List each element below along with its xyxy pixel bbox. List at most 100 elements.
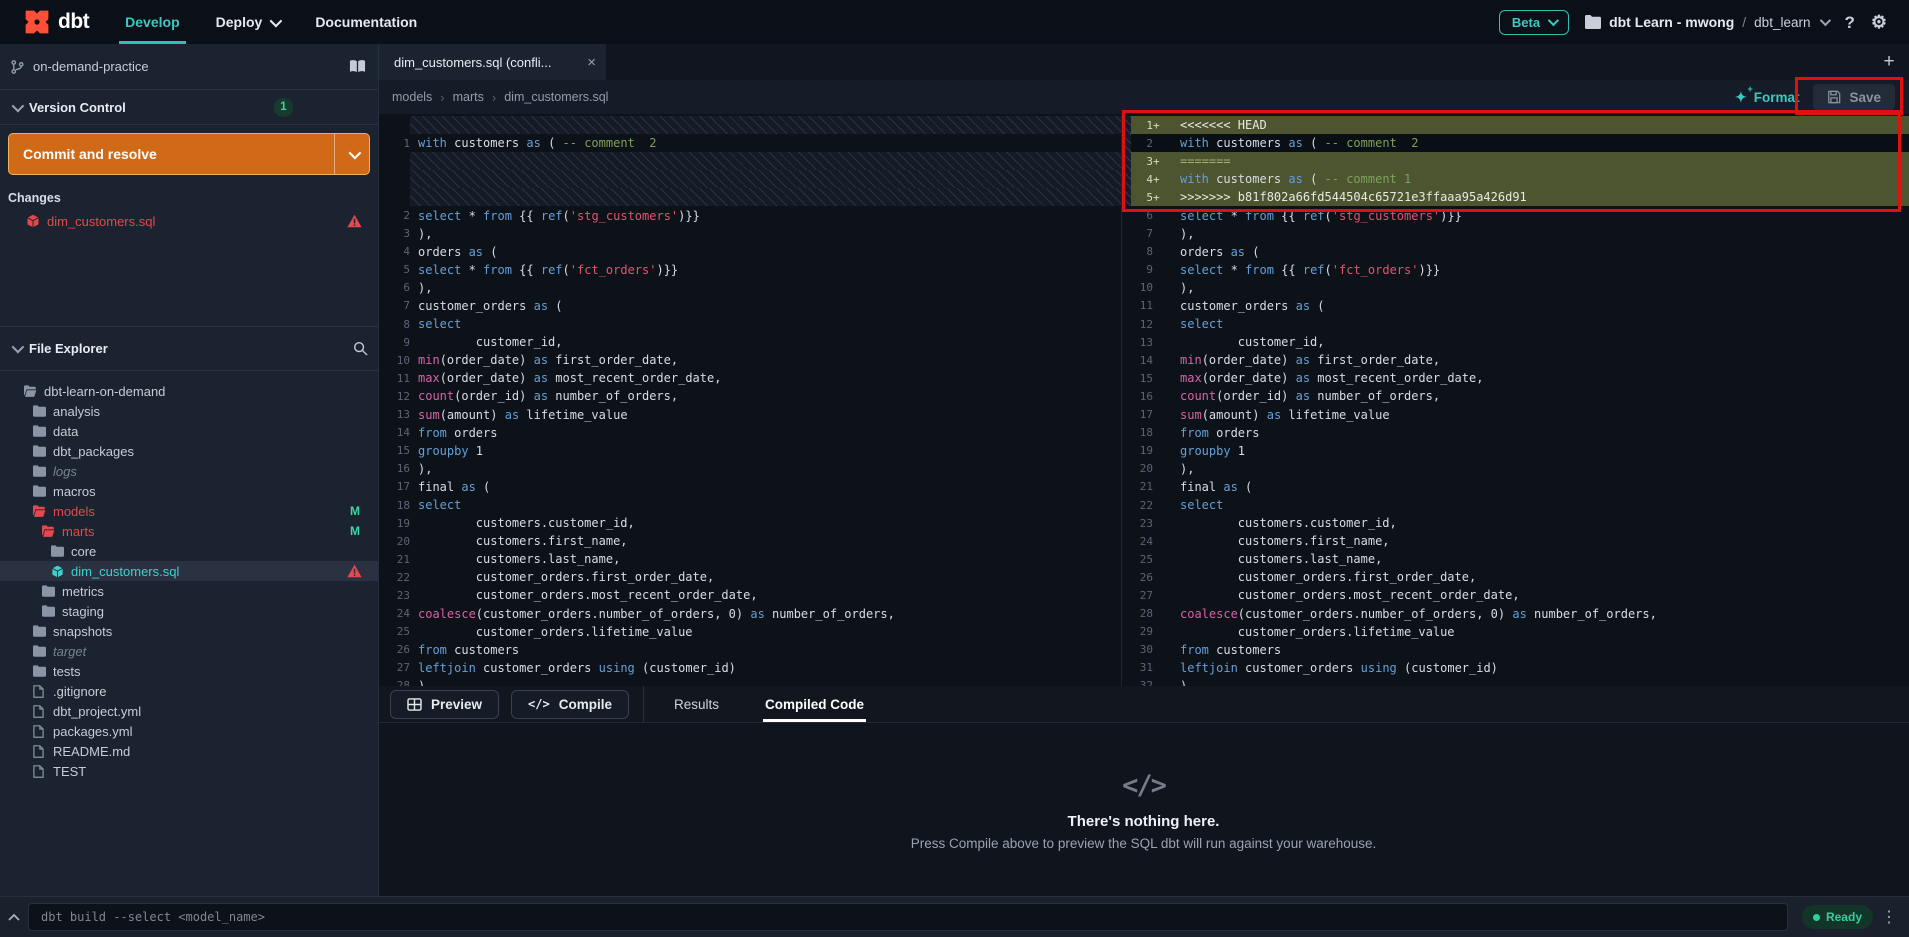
code-line[interactable]: 9 customer_id, — [378, 333, 1121, 351]
code-line[interactable]: 18 from orders — [1122, 424, 1909, 442]
code-line[interactable]: 1with customers as ( -- comment 2 — [378, 134, 1121, 152]
code-line[interactable]: 12 count(order_id) as number_of_orders, — [378, 387, 1121, 405]
file-explorer-header[interactable]: File Explorer — [0, 327, 378, 371]
code-line[interactable]: 23 customers.customer_id, — [1122, 514, 1909, 532]
code-line[interactable]: 9 select * from {{ ref('fct_orders')}} — [1122, 261, 1909, 279]
code-line[interactable]: 17final as ( — [378, 478, 1121, 496]
code-line[interactable]: 5+>>>>>>> b81f802a66fd544504c65721e3ffaa… — [1122, 188, 1909, 206]
changed-file-dim-customers[interactable]: dim_customers.sql — [0, 211, 378, 231]
code-line[interactable]: 20), — [1122, 460, 1909, 478]
editor-pane-current[interactable]: 1with customers as ( -- comment 22 selec… — [378, 114, 1122, 686]
code-line[interactable]: 28 coalesce(customer_orders.number_of_or… — [1122, 605, 1909, 623]
code-line[interactable]: 6 select * from {{ ref('stg_customers')}… — [1122, 206, 1909, 224]
tree-item-logs[interactable]: logs — [0, 461, 378, 481]
new-tab-button[interactable]: + — [1869, 44, 1909, 80]
code-line[interactable]: 10), — [1122, 279, 1909, 297]
code-line[interactable]: 16), — [378, 460, 1121, 478]
code-line[interactable]: 14 from orders — [378, 424, 1121, 442]
code-line[interactable]: 24 coalesce(customer_orders.number_of_or… — [378, 605, 1121, 623]
commit-and-resolve-button[interactable]: Commit and resolve — [8, 133, 370, 175]
code-line[interactable]: 14 min(order_date) as first_order_date, — [1122, 351, 1909, 369]
nav-documentation[interactable]: Documentation — [297, 0, 435, 44]
tab-dim-customers[interactable]: dim_customers.sql (confli... × — [378, 44, 606, 80]
code-line[interactable]: 12 select — [1122, 315, 1909, 333]
code-line[interactable]: 3), — [378, 225, 1121, 243]
code-line[interactable]: 11 max(order_date) as most_recent_order_… — [378, 369, 1121, 387]
code-line[interactable]: 7), — [1122, 225, 1909, 243]
code-line[interactable]: 17 sum(amount) as lifetime_value — [1122, 406, 1909, 424]
format-button[interactable]: ✦+ Format — [1735, 89, 1800, 106]
breadcrumb-file[interactable]: dim_customers.sql — [504, 90, 608, 104]
tree-item-data[interactable]: data — [0, 421, 378, 441]
code-line[interactable]: 22 select — [1122, 496, 1909, 514]
code-line[interactable]: 21final as ( — [1122, 478, 1909, 496]
code-line[interactable]: 5 select * from {{ ref('fct_orders')}} — [378, 261, 1121, 279]
code-line[interactable]: 30 from customers — [1122, 641, 1909, 659]
save-button[interactable]: Save — [1813, 84, 1895, 110]
dbt-logo[interactable]: dbt — [0, 9, 107, 35]
tree-item-macros[interactable]: macros — [0, 481, 378, 501]
breadcrumb-marts[interactable]: marts — [453, 90, 484, 104]
code-line[interactable]: 16 count(order_id) as number_of_orders, — [1122, 387, 1909, 405]
code-line[interactable]: 21 customers.last_name, — [378, 550, 1121, 568]
code-line[interactable]: 15 max(order_date) as most_recent_order_… — [1122, 369, 1909, 387]
tree-item-target[interactable]: target — [0, 641, 378, 661]
code-line[interactable]: 6), — [378, 279, 1121, 297]
tree-item-models[interactable]: modelsM — [0, 501, 378, 521]
commit-options-dropdown[interactable] — [334, 134, 369, 174]
code-line[interactable]: 22 customer_orders.first_order_date, — [378, 568, 1121, 586]
code-line[interactable]: 29 customer_orders.lifetime_value — [1122, 623, 1909, 641]
close-icon[interactable]: × — [587, 54, 596, 71]
code-line[interactable]: 20 customers.first_name, — [378, 532, 1121, 550]
editor-pane-incoming[interactable]: 1+<<<<<<< HEAD2with customers as ( -- co… — [1122, 114, 1909, 686]
version-control-header[interactable]: Version Control 1 — [0, 90, 378, 125]
tree-item-metrics[interactable]: metrics — [0, 581, 378, 601]
code-line[interactable]: 4orders as ( — [378, 243, 1121, 261]
code-line[interactable]: 7customer_orders as ( — [378, 297, 1121, 315]
compile-button[interactable]: </> Compile — [511, 690, 629, 719]
tree-item-dbt-packages[interactable]: dbt_packages — [0, 441, 378, 461]
code-line[interactable]: 27 customer_orders.most_recent_order_dat… — [1122, 586, 1909, 604]
code-line[interactable]: 2with customers as ( -- comment 2 — [1122, 134, 1909, 152]
command-input[interactable]: dbt build --select <model_name> — [28, 903, 1788, 931]
code-line[interactable]: 28) — [378, 677, 1121, 686]
tab-results[interactable]: Results — [658, 686, 735, 722]
code-line[interactable]: 25 customer_orders.lifetime_value — [378, 623, 1121, 641]
tree-item-test[interactable]: TEST — [0, 761, 378, 781]
tree-item-snapshots[interactable]: snapshots — [0, 621, 378, 641]
help-icon[interactable]: ? — [1844, 14, 1854, 31]
code-line[interactable]: 4+with customers as ( -- comment 1 — [1122, 170, 1909, 188]
code-line[interactable]: 13 customer_id, — [1122, 333, 1909, 351]
code-line[interactable]: 13 sum(amount) as lifetime_value — [378, 406, 1121, 424]
account-project-selector[interactable]: dbt Learn - mwong / dbt_learn — [1585, 14, 1828, 30]
tab-compiled-code[interactable]: Compiled Code — [749, 686, 880, 722]
beta-dropdown[interactable]: Beta — [1499, 10, 1569, 35]
tree-item--gitignore[interactable]: .gitignore — [0, 681, 378, 701]
gear-icon[interactable]: ⚙ — [1871, 13, 1887, 31]
nav-develop[interactable]: Develop — [107, 0, 197, 44]
code-line[interactable]: 19 group by 1 — [1122, 442, 1909, 460]
tree-item-readme-md[interactable]: README.md — [0, 741, 378, 761]
tree-item-dbt-learn-on-demand[interactable]: dbt-learn-on-demand — [0, 381, 378, 401]
docs-book-icon[interactable] — [349, 59, 366, 74]
code-line[interactable]: 27 left join customer_orders using (cust… — [378, 659, 1121, 677]
tree-item-core[interactable]: core — [0, 541, 378, 561]
tree-item-staging[interactable]: staging — [0, 601, 378, 621]
code-line[interactable]: 8orders as ( — [1122, 243, 1909, 261]
code-line[interactable]: 15 group by 1 — [378, 442, 1121, 460]
code-line[interactable]: 26 from customers — [378, 641, 1121, 659]
code-line[interactable]: 26 customer_orders.first_order_date, — [1122, 568, 1909, 586]
code-line[interactable]: 19 customers.customer_id, — [378, 514, 1121, 532]
code-line[interactable]: 1+<<<<<<< HEAD — [1122, 116, 1909, 134]
tree-item-tests[interactable]: tests — [0, 661, 378, 681]
code-line[interactable]: 11customer_orders as ( — [1122, 297, 1909, 315]
breadcrumb-models[interactable]: models — [392, 90, 432, 104]
tree-item-packages-yml[interactable]: packages.yml — [0, 721, 378, 741]
branch-row[interactable]: on-demand-practice — [0, 44, 378, 90]
tree-item-analysis[interactable]: analysis — [0, 401, 378, 421]
code-line[interactable]: 18 select — [378, 496, 1121, 514]
preview-button[interactable]: Preview — [390, 690, 499, 719]
search-icon[interactable] — [353, 341, 368, 356]
kebab-menu-icon[interactable]: ⋮ — [1881, 907, 1909, 927]
tree-item-dbt-project-yml[interactable]: dbt_project.yml — [0, 701, 378, 721]
